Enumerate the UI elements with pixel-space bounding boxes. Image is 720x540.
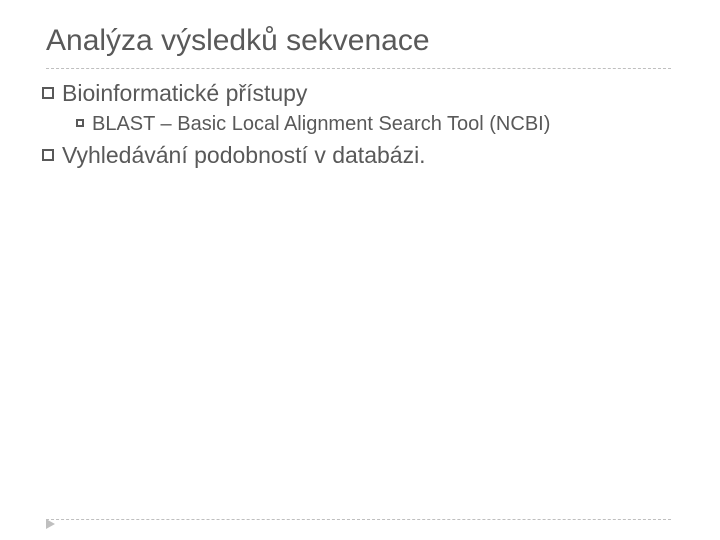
bullet-level1: Bioinformatické přístupy xyxy=(42,79,682,108)
title-divider xyxy=(46,68,671,69)
small-square-bullet-icon xyxy=(76,119,84,127)
slide-title: Analýza výsledků sekvenace xyxy=(46,24,430,58)
square-bullet-icon xyxy=(42,149,54,161)
slide: Analýza výsledků sekvenace Bioinformatic… xyxy=(0,0,720,540)
bullet-text: Bioinformatické přístupy xyxy=(62,80,307,106)
bullet-level1: Vyhledávání podobností v databázi. xyxy=(42,141,682,170)
bullet-level2: BLAST – Basic Local Alignment Search Too… xyxy=(76,112,682,137)
square-bullet-icon xyxy=(42,87,54,99)
footer-divider xyxy=(46,519,671,520)
bullet-text: BLAST – Basic Local Alignment Search Too… xyxy=(92,113,550,135)
bullet-text: Vyhledávání podobností v databázi. xyxy=(62,142,426,168)
arrow-icon xyxy=(46,519,55,529)
content-body: Bioinformatické přístupy BLAST – Basic L… xyxy=(42,79,682,174)
